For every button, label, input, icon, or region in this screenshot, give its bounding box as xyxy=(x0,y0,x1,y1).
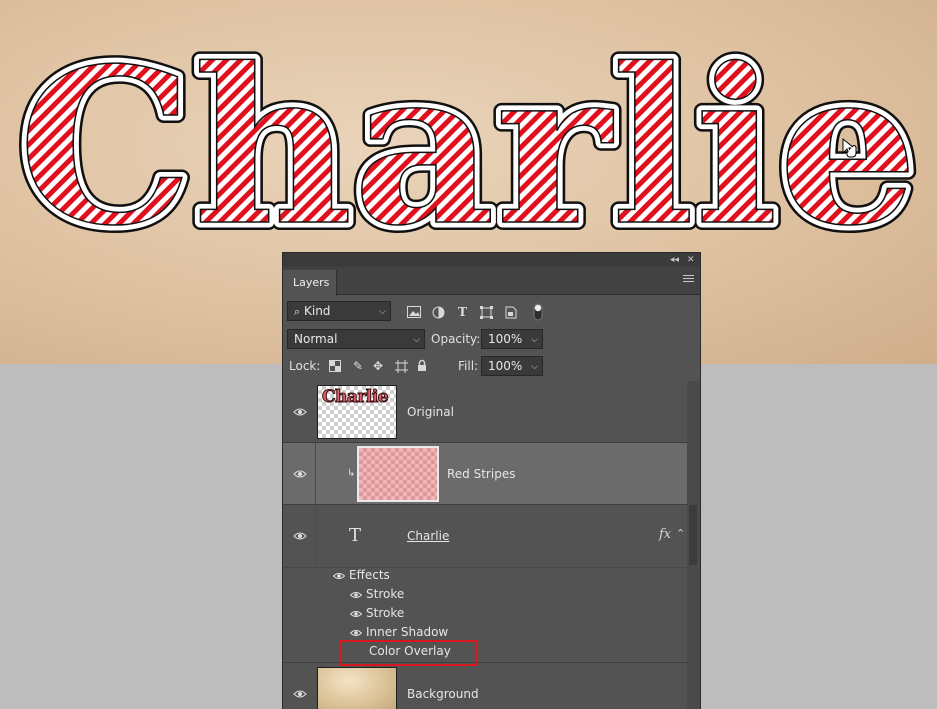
chevron-down-icon: ⌵ xyxy=(531,362,538,372)
visibility-eye-icon[interactable] xyxy=(350,628,362,638)
tab-layers[interactable]: Layers xyxy=(283,270,337,296)
effects-group[interactable]: Effects xyxy=(333,566,390,584)
stripes-thumbnail-fill xyxy=(359,448,437,500)
title-text-striped-fill: Charlie xyxy=(18,22,918,273)
effect-label: Inner Shadow xyxy=(366,625,449,639)
visibility-eye-icon[interactable] xyxy=(293,467,307,481)
blend-mode-dropdown[interactable]: Normal ⌵ xyxy=(287,329,425,349)
filter-toggle-icon[interactable] xyxy=(533,303,543,321)
lock-position-icon[interactable]: ✥ xyxy=(373,359,383,373)
chevron-down-icon: ⌵ xyxy=(379,307,386,317)
layer-divider xyxy=(315,443,316,505)
layer-name: Original xyxy=(407,405,454,419)
fill-label: Fill: xyxy=(458,359,479,373)
lock-row: Lock: ✎ ✥ Fill: 100% ⌵ xyxy=(283,356,700,378)
fx-icon[interactable]: fx xyxy=(659,527,671,542)
layer-divider xyxy=(315,505,316,567)
blend-row: Normal ⌵ Opacity: 100% ⌵ xyxy=(283,329,700,351)
search-icon: ⌕ xyxy=(294,305,301,318)
layer-thumbnail xyxy=(317,667,397,709)
layer-original[interactable]: Charlie Original xyxy=(283,381,687,443)
effect-inner-shadow[interactable]: Inner Shadow xyxy=(350,623,448,641)
chevron-down-icon: ⌵ xyxy=(531,335,538,345)
panel-tab-row: Layers xyxy=(283,267,700,296)
type-filter-icon[interactable]: T xyxy=(458,305,467,319)
fill-field[interactable]: 100% ⌵ xyxy=(481,356,543,376)
visibility-eye-icon[interactable] xyxy=(293,529,307,543)
blend-mode-value: Normal xyxy=(294,332,338,346)
tab-layers-label: Layers xyxy=(293,276,330,289)
adjustment-filter-icon[interactable] xyxy=(432,306,445,319)
layer-red-stripes[interactable]: ↳ Red Stripes xyxy=(283,443,687,505)
hand-cursor-icon xyxy=(842,137,857,158)
lock-label: Lock: xyxy=(289,359,321,373)
visibility-eye-icon[interactable] xyxy=(350,609,362,619)
effect-label: Stroke xyxy=(366,587,405,601)
shape-filter-icon[interactable] xyxy=(480,306,493,319)
visibility-eye-icon[interactable] xyxy=(333,571,345,581)
lock-transparent-pixels-icon[interactable] xyxy=(329,360,341,372)
filter-kind-dropdown[interactable]: ⌕ Kind ⌵ xyxy=(287,301,391,321)
filter-kind-label: Kind xyxy=(304,304,331,318)
layers-scrollbar[interactable] xyxy=(687,381,700,709)
panel-top-bar: ◂◂ ✕ xyxy=(283,253,700,267)
layer-name: Charlie xyxy=(407,529,450,543)
layer-background[interactable]: Background xyxy=(283,662,687,709)
layer-name: Background xyxy=(407,687,479,701)
effect-stroke-1[interactable]: Stroke xyxy=(350,585,404,603)
fill-value: 100% xyxy=(488,359,523,373)
visibility-eye-icon[interactable] xyxy=(293,687,307,701)
opacity-value: 100% xyxy=(488,332,523,346)
lock-artboard-icon[interactable] xyxy=(395,360,408,373)
layer-thumbnail xyxy=(357,446,439,502)
image-filter-icon[interactable] xyxy=(407,306,421,318)
opacity-label: Opacity: xyxy=(431,332,481,346)
effects-label: Effects xyxy=(349,568,390,582)
layer-thumbnail: Charlie xyxy=(317,385,397,439)
visibility-eye-icon[interactable] xyxy=(350,590,362,600)
lock-image-pixels-icon[interactable]: ✎ xyxy=(353,359,363,373)
close-panel-icon[interactable]: ✕ xyxy=(687,253,695,267)
smart-object-filter-icon[interactable] xyxy=(505,306,517,319)
opacity-field[interactable]: 100% ⌵ xyxy=(481,329,543,349)
chevron-up-icon[interactable]: ⌃ xyxy=(676,527,685,540)
lock-all-icon[interactable] xyxy=(417,359,427,372)
effect-label: Stroke xyxy=(366,606,405,620)
collapse-panel-icon[interactable]: ◂◂ xyxy=(670,253,679,267)
thumbnail-title-text: Charlie xyxy=(322,387,390,408)
scrollbar-track-segment xyxy=(689,505,697,565)
chevron-down-icon: ⌵ xyxy=(413,335,420,345)
color-overlay-highlight-box xyxy=(340,640,478,666)
text-layer-icon: T xyxy=(349,525,362,546)
visibility-eye-icon[interactable] xyxy=(293,405,307,419)
clipping-mask-arrow-icon: ↳ xyxy=(347,468,356,479)
panel-menu-icon[interactable] xyxy=(683,275,694,284)
layer-name: Red Stripes xyxy=(447,467,516,481)
effect-stroke-2[interactable]: Stroke xyxy=(350,604,404,622)
filter-row: ⌕ Kind ⌵ T xyxy=(283,301,700,325)
